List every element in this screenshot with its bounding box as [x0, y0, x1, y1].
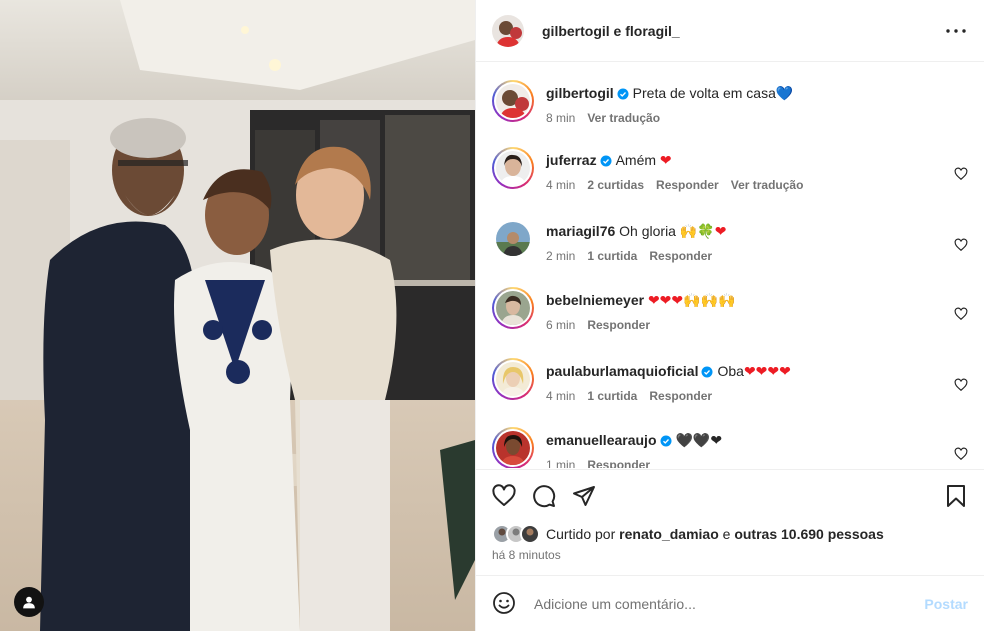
comment-time[interactable]: 4 min — [546, 178, 575, 192]
caption-text: Preta de volta em casa — [632, 85, 776, 101]
comment-time[interactable]: 2 min — [546, 249, 575, 263]
emoji-icon — [493, 591, 515, 614]
heart-icon[interactable] — [954, 447, 968, 461]
translate-link[interactable]: Ver tradução — [731, 178, 804, 192]
avatar — [496, 362, 530, 396]
post-author-names[interactable]: gilbertogil e floragil_ — [542, 23, 680, 39]
liker-username[interactable]: renato_damiao — [619, 526, 719, 542]
comment-item: juferraz Amém ❤ 4 min 2 curtidas Responde… — [492, 147, 968, 192]
avatar — [496, 151, 530, 185]
post-actions: Curtido por renato_damiao e outras 10.69… — [476, 469, 984, 562]
comment-item: emanuellearaujo 🖤🖤❤ 1 min Responder — [492, 427, 968, 468]
comment-username[interactable]: gilbertogil — [546, 85, 614, 101]
share-button[interactable] — [572, 484, 596, 508]
comment-item: bebelniemeyer ❤❤❤🙌🙌🙌 6 min Responder — [492, 287, 968, 332]
comment-likes[interactable]: 2 curtidas — [587, 178, 644, 192]
reply-button[interactable]: Responder — [649, 389, 712, 403]
post-header: gilbertogil e floragil_ — [476, 0, 984, 62]
comment-emoji: 🙌🍀❤ — [679, 224, 727, 240]
caption-time[interactable]: 8 min — [546, 111, 575, 125]
verified-icon — [600, 155, 612, 167]
comment-button[interactable] — [532, 484, 556, 508]
comment-emoji: 🖤🖤❤ — [675, 433, 723, 449]
comment-icon — [533, 485, 556, 508]
comment-text: Amém — [615, 152, 657, 168]
avatar — [496, 291, 530, 325]
comment-username[interactable]: juferraz — [546, 152, 597, 168]
comment-emoji: ❤❤❤❤ — [743, 364, 791, 380]
post-photo — [0, 0, 475, 631]
user-tag-button[interactable] — [14, 587, 44, 617]
comment-username[interactable]: emanuellearaujo — [546, 432, 657, 448]
comment-emoji: ❤ — [659, 153, 672, 169]
heart-icon[interactable] — [954, 167, 968, 181]
likes-connector: e — [722, 526, 731, 542]
user-tag-icon — [23, 596, 35, 609]
share-icon — [573, 486, 595, 506]
author-avatar[interactable] — [492, 14, 524, 47]
more-icon — [946, 28, 966, 33]
reply-button[interactable]: Responder — [587, 458, 650, 468]
comments-list[interactable]: gilbertogil Preta de volta em casa💙 8 min… — [476, 62, 984, 468]
add-comment-bar: Postar — [476, 575, 984, 631]
comment-item: mariagil76 Oh gloria 🙌🍀❤ 2 min 1 curtida… — [492, 218, 968, 263]
emoji-button[interactable] — [492, 591, 518, 617]
heart-icon — [492, 484, 516, 506]
comment-item: paulaburlamaquioficial Oba❤❤❤❤ 4 min 1 cu… — [492, 358, 968, 403]
post-side-panel: gilbertogil e floragil_ gilbertogil Pret… — [475, 0, 984, 631]
comment-emoji: ❤❤❤🙌🙌🙌 — [647, 293, 736, 309]
verified-icon — [617, 88, 629, 100]
story-ring[interactable] — [492, 147, 534, 189]
comment-time[interactable]: 1 min — [546, 458, 575, 468]
comment-likes[interactable]: 1 curtida — [587, 249, 637, 263]
heart-icon[interactable] — [954, 307, 968, 321]
comment-username[interactable]: bebelniemeyer — [546, 292, 644, 308]
heart-icon[interactable] — [954, 378, 968, 392]
avatar[interactable] — [496, 222, 530, 256]
likes-prefix: Curtido por — [546, 526, 616, 542]
caption-emoji: 💙 — [775, 86, 794, 102]
avatar — [520, 524, 540, 544]
story-ring[interactable] — [492, 287, 534, 329]
avatar — [496, 431, 530, 465]
comment-time[interactable]: 6 min — [546, 318, 575, 332]
comment-username[interactable]: mariagil76 — [546, 223, 615, 239]
verified-icon — [701, 366, 713, 378]
comment-input[interactable] — [534, 595, 925, 612]
comment-username[interactable]: paulaburlamaquioficial — [546, 363, 698, 379]
bookmark-icon — [947, 485, 965, 507]
like-button[interactable] — [492, 484, 516, 508]
save-button[interactable] — [944, 484, 968, 508]
reply-button[interactable]: Responder — [587, 318, 650, 332]
avatar — [496, 84, 530, 118]
story-ring[interactable] — [492, 427, 534, 468]
more-options-button[interactable] — [944, 19, 968, 43]
reply-button[interactable]: Responder — [656, 178, 719, 192]
liker-avatars — [492, 524, 540, 544]
comment-time[interactable]: 4 min — [546, 389, 575, 403]
translate-link[interactable]: Ver tradução — [587, 111, 660, 125]
reply-button[interactable]: Responder — [649, 249, 712, 263]
story-ring[interactable] — [492, 80, 534, 122]
comment-text: Oh gloria — [619, 223, 676, 239]
comment-text: Oba — [717, 363, 744, 379]
comment-likes[interactable]: 1 curtida — [587, 389, 637, 403]
likes-others[interactable]: outras 10.690 pessoas — [734, 526, 883, 542]
story-ring[interactable] — [492, 358, 534, 400]
heart-icon[interactable] — [954, 238, 968, 252]
likes-summary: Curtido por renato_damiao e outras 10.69… — [492, 524, 968, 544]
post-comment-button[interactable]: Postar — [924, 596, 968, 612]
post-time[interactable]: há 8 minutos — [492, 548, 968, 562]
caption: gilbertogil Preta de volta em casa💙 8 min… — [492, 80, 968, 125]
verified-icon — [660, 435, 671, 447]
